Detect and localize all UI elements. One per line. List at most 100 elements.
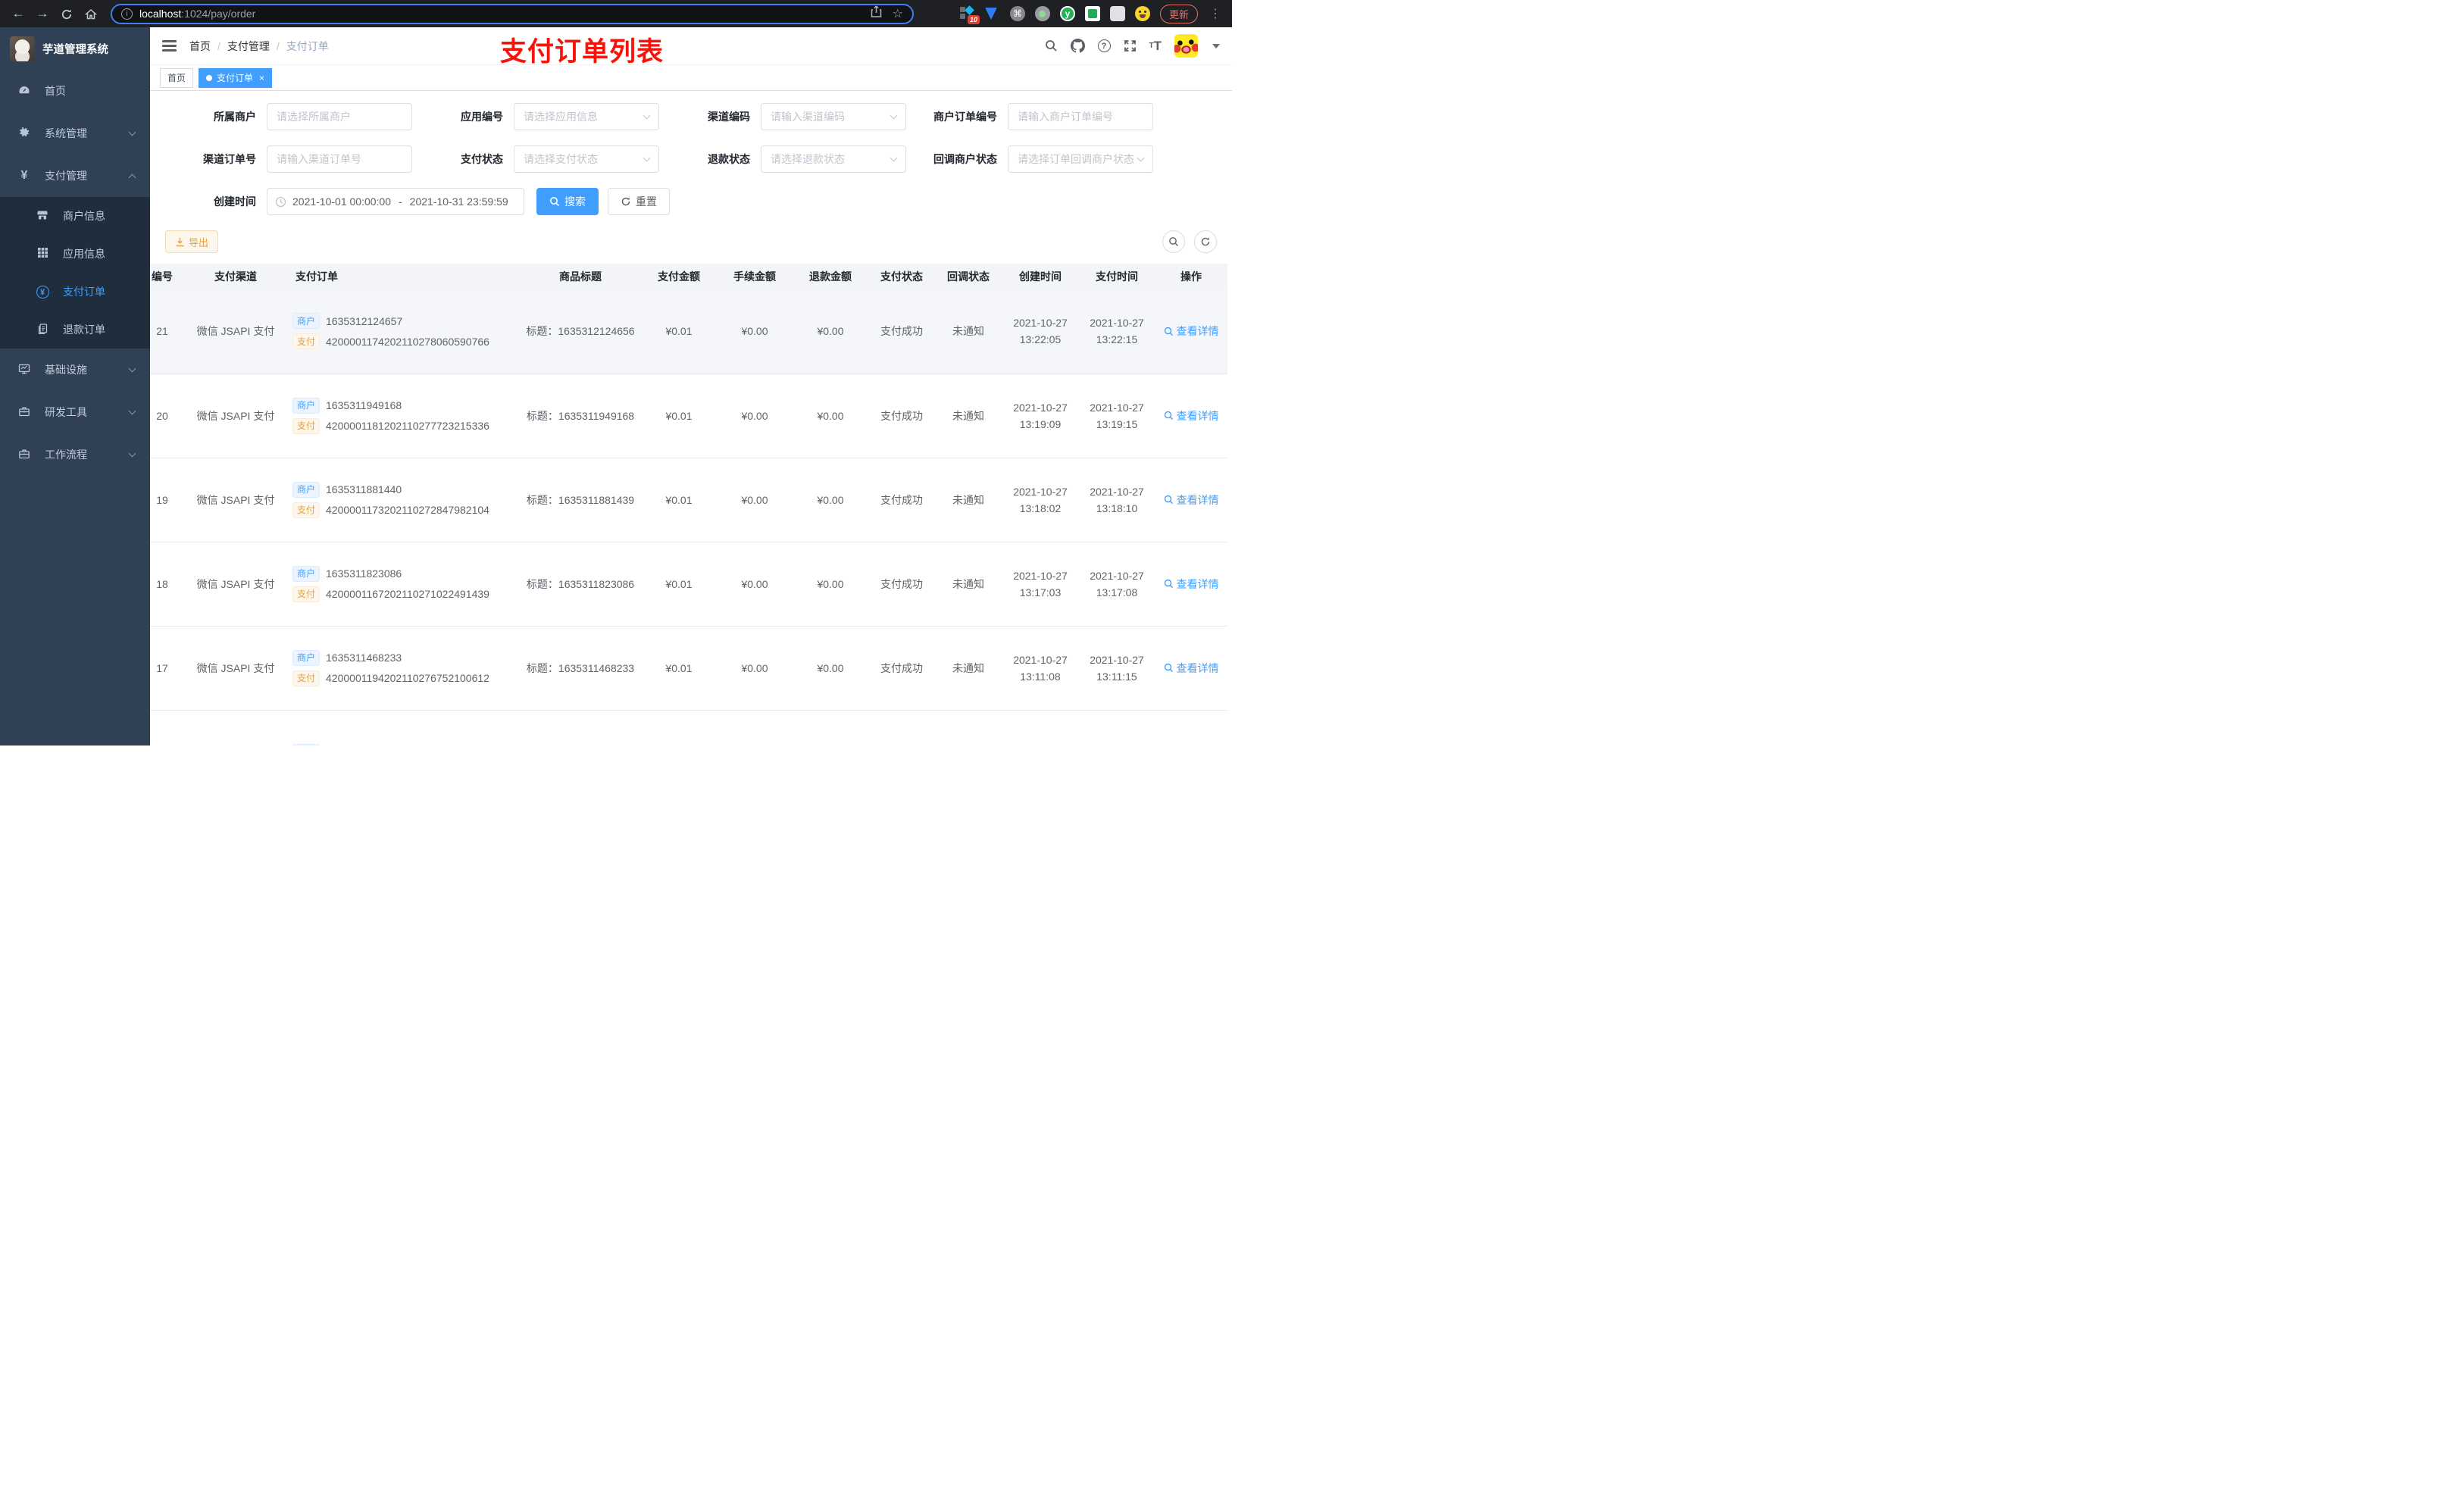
app-select[interactable]: 请选择应用信息 <box>514 103 659 130</box>
refresh-icon <box>1201 237 1210 246</box>
search-icon <box>1169 237 1178 246</box>
table-row: 17 微信 JSAPI 支付 商户 1635311468233 支付 42000… <box>150 626 1227 711</box>
merchant-order-no-input[interactable] <box>1008 103 1153 130</box>
forward-icon[interactable]: → <box>33 0 52 27</box>
notify-status: 未通知 <box>935 289 1002 374</box>
search-icon <box>550 197 560 207</box>
table-header-row: 编号 支付渠道 支付订单 商品标题 支付金额 手续金额 退款金额 支付状态 回调… <box>150 264 1227 289</box>
sidebar-item-dev-tools[interactable]: 研发工具 <box>0 391 150 433</box>
view-detail-link[interactable]: 查看详情 <box>1164 492 1219 508</box>
magnifier-icon <box>1164 327 1173 336</box>
merchant-input[interactable] <box>267 103 412 130</box>
pay-status: 支付成功 <box>868 626 935 711</box>
breadcrumb-pay[interactable]: 支付管理 <box>227 39 270 54</box>
tabs-extension-icon[interactable]: 10 <box>959 5 980 24</box>
help-icon[interactable]: ? <box>1097 39 1111 52</box>
order-id: 18 <box>150 542 179 627</box>
sidebar-item-workflow[interactable]: 工作流程 <box>0 433 150 476</box>
emoji-profile-icon[interactable] <box>1134 6 1150 21</box>
briefcase-icon <box>15 448 33 462</box>
view-detail-link[interactable]: 查看详情 <box>1164 408 1219 424</box>
breadcrumb-home[interactable]: 首页 <box>189 39 211 54</box>
y-extension-icon[interactable]: y <box>1059 6 1075 21</box>
search-icon[interactable] <box>1045 39 1058 52</box>
magnifier-icon <box>1164 579 1173 589</box>
recorder-extension-icon[interactable] <box>1034 6 1050 21</box>
sidebar-item-pay[interactable]: ¥ 支付管理 <box>0 155 150 197</box>
pay-status <box>868 710 935 746</box>
pay-amount: ¥0.01 <box>641 626 717 711</box>
clock-icon <box>275 196 286 207</box>
browser-update-button[interactable]: 更新 <box>1159 4 1198 23</box>
browser-toolbar: ← → i localhost:1024/pay/order ☆ 10 ⌘ y … <box>0 0 1232 27</box>
hamburger-icon[interactable] <box>162 38 177 55</box>
view-detail-link[interactable]: 查看详情 <box>1164 661 1219 676</box>
export-button[interactable]: 导出 <box>165 230 219 253</box>
bookmark-star-icon[interactable]: ☆ <box>893 6 903 21</box>
kite-extension-icon[interactable] <box>984 6 1000 21</box>
top-navbar: 首页 / 支付管理 / 支付订单 支付订单列表 ? TT <box>150 27 1232 67</box>
back-icon[interactable]: ← <box>9 0 27 27</box>
pay-amount: ¥0.01 <box>641 542 717 627</box>
app-logo-row[interactable]: 芋道管理系统 <box>0 27 150 70</box>
magnifier-icon <box>1164 495 1173 505</box>
command-extension-icon[interactable]: ⌘ <box>1009 6 1025 21</box>
site-info-icon[interactable]: i <box>121 8 133 20</box>
channel-code-select[interactable]: 请输入渠道编码 <box>761 103 906 130</box>
channel-order-no-input[interactable] <box>267 145 412 173</box>
view-detail-link[interactable]: 查看详情 <box>1164 324 1219 339</box>
font-size-icon[interactable]: TT <box>1149 39 1162 54</box>
refresh-table-button[interactable] <box>1194 230 1217 253</box>
chat-extension-icon[interactable] <box>1084 6 1100 21</box>
pay-time: 2021-10-27 13:19:15 <box>1079 374 1155 458</box>
puzzle-extensions-icon[interactable] <box>1109 6 1125 21</box>
range-end: 2021-10-31 23:59:59 <box>409 195 508 208</box>
github-icon[interactable] <box>1070 39 1085 53</box>
pay-channel: 微信 JSAPI 支付 <box>179 374 292 458</box>
avatar-dropdown-icon[interactable] <box>1212 43 1220 48</box>
sidebar-item-app-info[interactable]: 应用信息 <box>0 235 150 273</box>
chevron-down-icon <box>128 407 136 414</box>
refresh-icon <box>621 197 630 206</box>
refund-amount: ¥0.00 <box>793 626 868 711</box>
merchant-order-no: 1635311881440 <box>326 483 402 495</box>
tab-home[interactable]: 首页 <box>160 67 194 88</box>
reload-icon[interactable] <box>58 0 76 27</box>
pay-status-select[interactable]: 请选择支付状态 <box>514 145 659 173</box>
reset-button[interactable]: 重置 <box>608 188 670 215</box>
breadcrumb: 首页 / 支付管理 / 支付订单 <box>189 39 329 54</box>
tab-pay-order[interactable]: 支付订单 × <box>199 67 273 88</box>
browser-menu-icon[interactable]: ⋮ <box>1208 6 1223 21</box>
refund-status-select[interactable]: 请选择退款状态 <box>761 145 906 173</box>
sidebar-item-pay-order[interactable]: ¥ 支付订单 <box>0 273 150 311</box>
notify-status-select[interactable]: 请选择订单回调商户状态 <box>1008 145 1153 173</box>
address-bar[interactable]: i localhost:1024/pay/order ☆ <box>111 3 914 24</box>
notify-status: 未通知 <box>935 374 1002 458</box>
view-detail-link[interactable]: 查看详情 <box>1164 577 1219 592</box>
sidebar-item-infra[interactable]: 基础设施 <box>0 349 150 391</box>
share-icon[interactable] <box>871 5 882 22</box>
order-id: 19 <box>150 458 179 542</box>
chevron-down-icon <box>890 111 898 120</box>
sidebar-item-system[interactable]: 系统管理 <box>0 112 150 155</box>
table-row: 18 微信 JSAPI 支付 商户 1635311823086 支付 42000… <box>150 542 1227 627</box>
sidebar-item-merchant-info[interactable]: 商户信息 <box>0 197 150 235</box>
shop-icon <box>33 209 52 223</box>
show-search-toggle-button[interactable] <box>1162 230 1185 253</box>
channel-order-no-label: 渠道订单号 <box>203 153 256 165</box>
pay-time: 2021-10-27 13:17:08 <box>1079 542 1155 627</box>
close-tab-icon[interactable]: × <box>259 73 264 83</box>
sidebar-item-home[interactable]: 首页 <box>0 70 150 112</box>
avatar[interactable] <box>1174 34 1198 58</box>
create-time-range-picker[interactable]: 2021-10-01 00:00:00 - 2021-10-31 23:59:5… <box>267 188 524 215</box>
create-time: 2021-10-27 13:11:08 <box>1002 626 1079 711</box>
product-title: 标题：1635311949168 <box>520 374 641 458</box>
sidebar-item-refund-order[interactable]: 退款订单 <box>0 311 150 349</box>
home-icon[interactable] <box>82 0 100 27</box>
fullscreen-icon[interactable] <box>1124 39 1137 52</box>
pay-time: 2021-10-27 13:22:15 <box>1079 289 1155 374</box>
search-button[interactable]: 搜索 <box>536 188 599 215</box>
refund-status-label: 退款状态 <box>708 153 750 165</box>
merchant-order-no: 1635312124657 <box>326 314 403 327</box>
table-row: 19 微信 JSAPI 支付 商户 1635311881440 支付 42000… <box>150 458 1227 542</box>
